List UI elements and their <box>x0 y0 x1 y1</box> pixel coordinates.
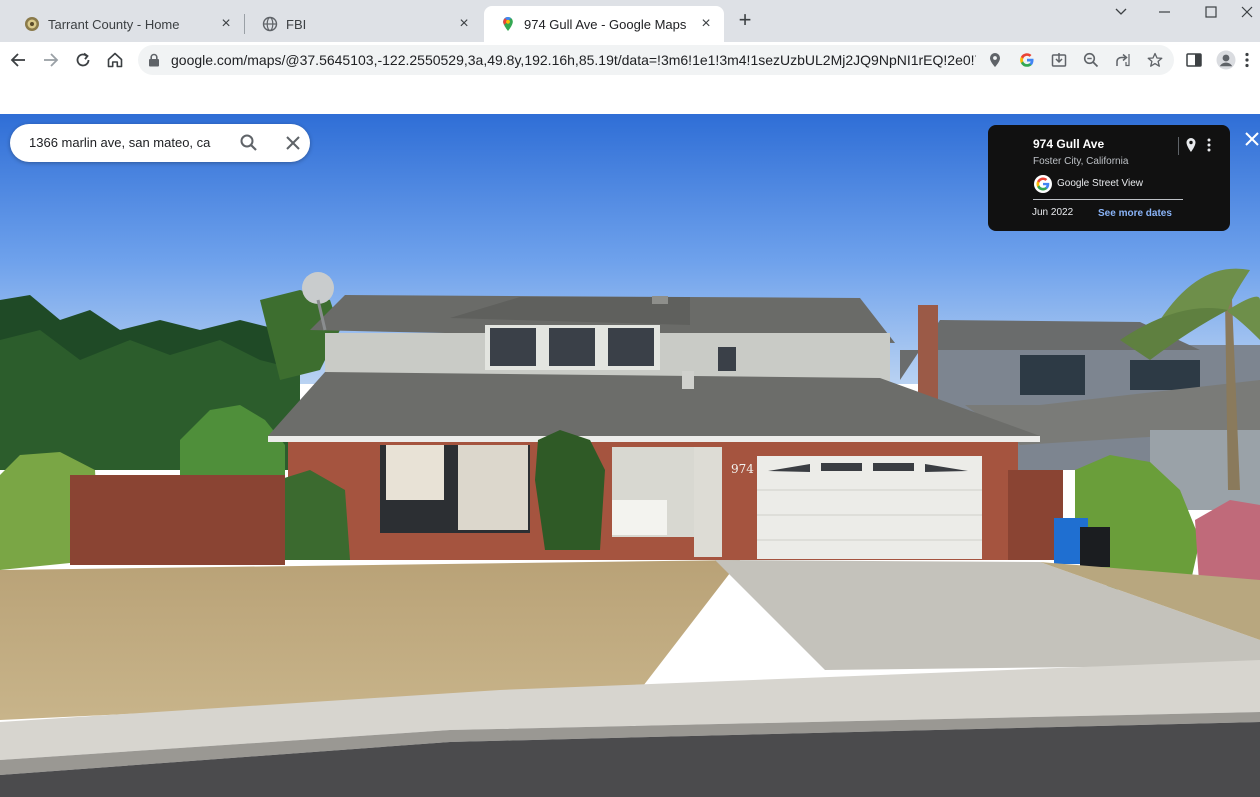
see-more-dates-link[interactable]: See more dates <box>1098 208 1172 219</box>
maximize-icon[interactable] <box>1188 0 1234 24</box>
new-tab-icon[interactable]: + <box>734 9 756 32</box>
location-pin-icon[interactable] <box>1184 137 1198 153</box>
card-divider <box>1178 137 1179 155</box>
house-facade <box>288 442 1018 560</box>
home-icon[interactable] <box>103 48 127 72</box>
google-logo-icon <box>1034 175 1052 193</box>
street-view-info-card: 974 Gull Ave Foster City, California Goo… <box>988 125 1230 231</box>
maps-search-box[interactable]: 1366 marlin ave, san mateo, ca <box>10 124 310 162</box>
more-menu-icon[interactable] <box>1241 50 1253 70</box>
share-icon[interactable] <box>1113 50 1133 70</box>
address-bar[interactable]: google.com/maps/@37.5645103,-122.2550529… <box>138 45 1174 75</box>
close-tab-icon[interactable]: × <box>456 16 472 32</box>
close-window-icon[interactable] <box>1234 0 1260 24</box>
capture-date: Jun 2022 <box>1032 207 1074 218</box>
google-maps-icon <box>500 16 516 32</box>
county-seal-icon <box>24 16 40 32</box>
tab-title: Tarrant County - Home <box>48 16 180 32</box>
close-street-view-icon[interactable] <box>1244 131 1260 147</box>
profile-avatar-icon[interactable] <box>1216 50 1236 70</box>
card-source: Google Street View <box>1057 178 1143 189</box>
search-input[interactable]: 1366 marlin ave, san mateo, ca <box>29 135 210 150</box>
tab-strip: Tarrant County - Home × FBI × 974 Gull A… <box>0 0 1260 42</box>
browser-toolbar: google.com/maps/@37.5645103,-122.2550529… <box>0 42 1260 78</box>
close-tab-icon[interactable]: × <box>698 16 714 32</box>
globe-icon <box>262 16 278 32</box>
card-city: Foster City, California <box>1033 156 1129 167</box>
back-arrow-icon[interactable] <box>6 48 30 72</box>
card-address: 974 Gull Ave <box>1033 137 1105 151</box>
zoom-icon[interactable] <box>1081 50 1101 70</box>
url-text: google.com/maps/@37.5645103,-122.2550529… <box>171 52 976 68</box>
lock-icon[interactable] <box>148 53 160 72</box>
tab-title: FBI <box>286 16 307 32</box>
house-number: 974 <box>731 462 754 476</box>
side-panel-icon[interactable] <box>1184 50 1204 70</box>
more-options-icon[interactable] <box>1204 137 1214 153</box>
forward-arrow-icon[interactable] <box>39 48 63 72</box>
minimize-icon[interactable] <box>1142 0 1188 24</box>
bookmark-star-icon[interactable] <box>1145 50 1165 70</box>
tab-title: 974 Gull Ave - Google Maps <box>524 16 687 32</box>
tab-tarrant-county[interactable]: Tarrant County - Home × <box>8 6 244 42</box>
close-tab-icon[interactable]: × <box>218 16 234 32</box>
install-app-icon[interactable] <box>1049 50 1069 70</box>
google-lens-icon[interactable] <box>1017 50 1037 70</box>
search-icon[interactable] <box>239 133 259 153</box>
tab-fbi[interactable]: FBI × <box>246 6 482 42</box>
location-pin-icon[interactable] <box>985 50 1005 70</box>
card-rule <box>1033 199 1183 200</box>
tab-divider <box>244 14 245 34</box>
tab-google-maps[interactable]: 974 Gull Ave - Google Maps × <box>484 6 724 42</box>
close-icon[interactable] <box>283 133 303 153</box>
tab-search-chevron-icon[interactable] <box>1098 0 1144 24</box>
reload-icon[interactable] <box>71 48 95 72</box>
